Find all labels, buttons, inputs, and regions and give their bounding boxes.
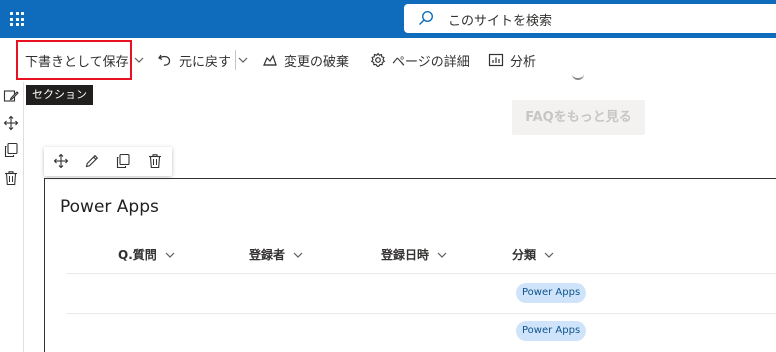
left-edit-rail xyxy=(0,82,24,352)
row-divider xyxy=(66,313,776,314)
category-tag[interactable]: Power Apps xyxy=(516,321,587,341)
faq-more-button[interactable]: FAQをもっと見る xyxy=(512,100,645,135)
page-details-button[interactable]: ページの詳細 xyxy=(370,38,470,82)
column-header-registrant[interactable]: 登録者 xyxy=(249,246,303,263)
move-icon[interactable] xyxy=(53,153,69,169)
chevron-down-icon[interactable] xyxy=(134,56,144,64)
move-icon[interactable] xyxy=(3,115,19,131)
suite-bar: このサイトを検索 xyxy=(0,0,776,38)
duplicate-icon[interactable] xyxy=(115,153,131,169)
column-header-label: 分類 xyxy=(512,248,537,262)
chevron-down-icon xyxy=(293,252,303,258)
column-header-label: 登録者 xyxy=(249,248,286,262)
chevron-down-icon xyxy=(437,252,447,258)
edit-pencil-icon[interactable] xyxy=(84,153,100,169)
analytics-button[interactable]: 分析 xyxy=(488,38,536,82)
chevron-down-icon xyxy=(165,252,175,258)
row-divider xyxy=(66,273,776,274)
search-icon xyxy=(419,10,434,25)
analytics-label: 分析 xyxy=(510,54,537,70)
undo-icon xyxy=(158,54,171,66)
webpart-title: Power Apps xyxy=(60,197,159,217)
column-header-label: 登録日時 xyxy=(381,248,430,262)
chevron-down-icon[interactable] xyxy=(238,56,248,64)
column-header-label: Q.質問 xyxy=(118,248,157,262)
gear-icon xyxy=(370,52,386,67)
discard-changes-button[interactable]: 変更の破棄 xyxy=(262,38,349,82)
undo-label: 元に戻す xyxy=(179,54,232,70)
delete-icon[interactable] xyxy=(147,153,163,169)
analytics-icon xyxy=(488,53,504,67)
delete-icon[interactable] xyxy=(3,170,19,186)
discard-icon xyxy=(263,54,277,66)
app-launcher-waffle-icon[interactable] xyxy=(10,12,24,26)
site-search-box[interactable]: このサイトを検索 xyxy=(404,4,776,33)
section-tooltip: セクション xyxy=(26,85,93,105)
duplicate-icon[interactable] xyxy=(3,142,19,158)
category-tag[interactable]: Power Apps xyxy=(516,283,587,303)
undo-button[interactable]: 元に戻す xyxy=(157,38,231,82)
page-details-label: ページの詳細 xyxy=(392,54,470,70)
edit-section-icon[interactable] xyxy=(3,88,19,104)
chevron-down-icon xyxy=(544,252,554,258)
column-header-registered-date[interactable]: 登録日時 xyxy=(381,246,447,263)
webpart-toolbar xyxy=(44,147,172,176)
search-placeholder: このサイトを検索 xyxy=(448,14,553,29)
discard-changes-label: 変更の破棄 xyxy=(284,54,350,70)
divider xyxy=(235,50,236,70)
save-button-highlight xyxy=(16,40,132,80)
column-header-question[interactable]: Q.質問 xyxy=(118,246,175,263)
column-header-category[interactable]: 分類 xyxy=(512,246,554,263)
